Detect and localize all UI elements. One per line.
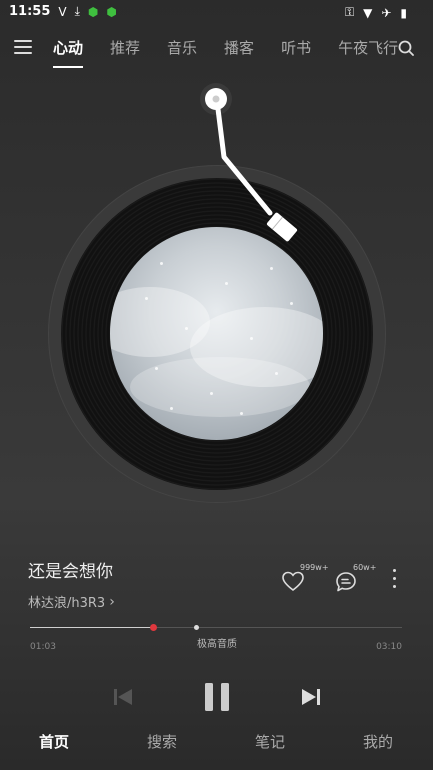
status-time: 11:55: [9, 4, 51, 19]
airplane-icon: ✈: [381, 5, 392, 20]
chevron-right-icon: ›: [109, 593, 115, 610]
top-nav: 心动 推荐 音乐 播客 听书 午夜飞行: [0, 33, 433, 68]
quality-label[interactable]: 极高音质: [197, 635, 237, 650]
pause-icon[interactable]: [203, 682, 231, 712]
menu-icon[interactable]: [14, 40, 32, 56]
tab-heartbeat[interactable]: 心动: [53, 37, 84, 68]
buffer-marker: [194, 625, 199, 630]
comment-icon: [336, 572, 356, 592]
song-actions: 999w+ 60w+: [282, 563, 412, 599]
search-icon[interactable]: [398, 40, 414, 56]
v-icon: V: [58, 4, 67, 19]
download-icon: ⤓: [74, 4, 80, 18]
playback-controls: [0, 678, 433, 718]
heart-icon: [282, 571, 304, 592]
nav-search[interactable]: 搜索: [147, 731, 177, 752]
nav-profile[interactable]: 我的: [363, 731, 393, 752]
comment-button[interactable]: 60w+: [335, 563, 383, 595]
total-time: 03:10: [376, 642, 402, 652]
progress-played: [30, 627, 153, 628]
status-right: ⚿ ▼ ✈ ▮: [345, 5, 407, 20]
bottom-nav: 首页 搜索 笔记 我的: [0, 728, 433, 758]
nav-notes[interactable]: 笔记: [255, 731, 285, 752]
next-track-icon[interactable]: [300, 686, 322, 708]
tab-bar: 心动 推荐 音乐 播客 听书 午夜飞行: [53, 37, 425, 68]
song-info: 还是会想你 林达浪/h3R3 ›: [28, 557, 115, 611]
tab-audiobook[interactable]: 听书: [281, 37, 311, 58]
artist-link[interactable]: 林达浪/h3R3 ›: [28, 592, 115, 612]
comment-count: 60w+: [353, 563, 377, 572]
tab-podcast[interactable]: 播客: [224, 37, 254, 58]
battery-icon: ▮: [400, 5, 407, 20]
wifi-icon: ▼: [363, 5, 373, 20]
app-icon: ⬢: [106, 4, 117, 19]
more-options-icon[interactable]: [392, 569, 398, 591]
app-icon: ⬢: [87, 4, 99, 19]
tonearm: [200, 83, 298, 242]
key-icon: ⚿: [344, 5, 355, 19]
like-button[interactable]: 999w+: [282, 563, 330, 595]
nav-home[interactable]: 首页: [39, 731, 69, 752]
tab-music[interactable]: 音乐: [167, 37, 197, 58]
album-cover: [110, 227, 323, 440]
status-left: 11:55 V ⤓ ⬢ ⬢: [9, 4, 117, 19]
current-time: 01:03: [30, 642, 56, 652]
artist-name: 林达浪/h3R3: [28, 596, 106, 611]
player-disc-area[interactable]: [0, 70, 433, 510]
tab-recommend[interactable]: 推荐: [110, 37, 140, 58]
progress-thumb[interactable]: [150, 624, 157, 631]
status-bar: 11:55 V ⤓ ⬢ ⬢ ⚿ ▼ ✈ ▮: [0, 0, 433, 26]
previous-track-icon[interactable]: [112, 686, 134, 708]
song-title: 还是会想你: [28, 562, 113, 582]
like-count: 999w+: [300, 563, 329, 572]
tab-midnight-flight[interactable]: 午夜飞行: [338, 37, 398, 58]
progress-area[interactable]: 极高音质 01:03 03:10: [30, 620, 402, 660]
